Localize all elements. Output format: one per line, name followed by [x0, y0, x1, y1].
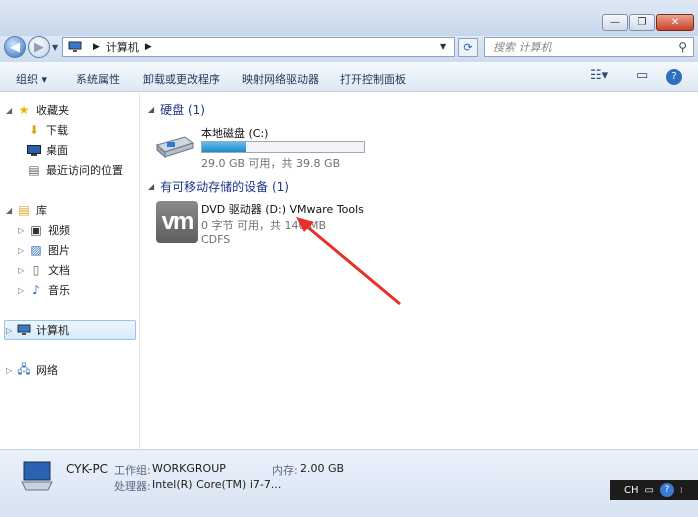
- drive-name: 本地磁盘 (C:): [201, 127, 269, 140]
- drive-usage-bar: [201, 141, 365, 153]
- nav-item-music[interactable]: ▷ ♪ 音乐: [18, 282, 70, 298]
- title-bar: — ❐ ✕: [0, 0, 698, 36]
- nav-item-pictures[interactable]: ▷ ▨ 图片: [18, 242, 70, 258]
- expand-icon[interactable]: ▷: [6, 366, 16, 375]
- language-bar[interactable]: CH ▭ ? ⁝: [610, 480, 698, 500]
- forward-button[interactable]: ▶: [28, 36, 50, 58]
- back-button[interactable]: ◀: [4, 36, 26, 58]
- maximize-button[interactable]: ❐: [629, 14, 655, 31]
- drive-filesystem: CDFS: [201, 233, 231, 246]
- address-dropdown-icon[interactable]: ▼: [440, 42, 446, 51]
- minimize-button[interactable]: —: [602, 14, 628, 31]
- network-icon: 🖧: [17, 361, 31, 376]
- nav-item-desktop[interactable]: 桌面: [26, 142, 68, 158]
- collapse-icon[interactable]: ◢: [6, 106, 16, 115]
- search-icon[interactable]: ⚲: [678, 40, 687, 54]
- processor-value: Intel(R) Core(TM) i7-7...: [152, 478, 282, 491]
- expand-icon[interactable]: ▷: [18, 226, 28, 235]
- vmware-icon: vm: [156, 201, 198, 243]
- downloads-icon: ⬇: [28, 123, 40, 137]
- options-icon[interactable]: ⁝: [680, 486, 683, 495]
- library-icon: ▤: [18, 203, 30, 217]
- address-bar[interactable]: ▶ 计算机 ▶: [62, 37, 455, 57]
- breadcrumb-separator-2[interactable]: ▶: [145, 42, 152, 52]
- breadcrumb-computer[interactable]: 计算机: [106, 39, 139, 55]
- breadcrumb-separator[interactable]: ▶: [93, 42, 100, 52]
- refresh-button[interactable]: ⟳: [458, 38, 478, 57]
- navigation-pane: ◢ ★ 收藏夹 ⬇ 下载 桌面 ▤ 最近访问的位置 ◢ ▤ 库 ▷ ▣ 视频 ▷…: [0, 92, 140, 449]
- nav-item-recent-places[interactable]: ▤ 最近访问的位置: [26, 162, 123, 178]
- nav-item-label: 文档: [48, 264, 70, 277]
- organize-button[interactable]: 组织 ▾: [16, 71, 47, 87]
- nav-network-label: 网络: [36, 364, 58, 377]
- command-bar: 组织 ▾ 系统属性 卸载或更改程序 映射网络驱动器 打开控制面板 ☷▾ ▭ ?: [0, 62, 698, 92]
- nav-libraries[interactable]: ◢ ▤ 库: [6, 202, 47, 218]
- expand-icon[interactable]: ▷: [18, 286, 28, 295]
- computer-icon: [67, 40, 83, 54]
- collapse-icon[interactable]: ◢: [148, 105, 154, 114]
- content-pane: ◢ 硬盘 (1) 本地磁盘 (C:) 29.0 GB 可用，共 39.8 GB …: [140, 92, 696, 449]
- red-arrow-annotation: [296, 217, 401, 306]
- memory-label: 内存:: [272, 464, 298, 477]
- nav-item-label: 最近访问的位置: [46, 164, 123, 177]
- change-view-icon[interactable]: ☷▾: [590, 68, 608, 83]
- computer-icon: [21, 461, 53, 491]
- keyboard-icon[interactable]: ▭: [645, 485, 654, 496]
- expand-icon[interactable]: ▷: [6, 326, 16, 335]
- video-icon: ▣: [30, 223, 42, 237]
- uninstall-programs-button[interactable]: 卸载或更改程序: [143, 71, 220, 87]
- nav-network[interactable]: ▷ 🖧 网络: [6, 362, 58, 378]
- music-icon: ♪: [32, 283, 40, 297]
- workgroup-label: 工作组:: [114, 464, 151, 477]
- pictures-icon: ▨: [30, 243, 42, 257]
- workgroup-value: WORKGROUP: [152, 462, 226, 475]
- collapse-icon[interactable]: ◢: [6, 206, 16, 215]
- nav-favorites-label: 收藏夹: [36, 104, 69, 117]
- nav-item-label: 音乐: [48, 284, 70, 297]
- preview-pane-icon[interactable]: ▭: [636, 68, 648, 83]
- group-header-label: 有可移动存储的设备 (1): [160, 180, 289, 194]
- processor-label: 处理器:: [114, 480, 151, 493]
- collapse-icon[interactable]: ◢: [148, 182, 154, 191]
- drive-usage-fill: [202, 142, 246, 152]
- pc-name: CYK-PC: [66, 462, 109, 476]
- system-properties-button[interactable]: 系统属性: [76, 71, 120, 87]
- memory-value: 2.00 GB: [300, 462, 345, 475]
- desktop-icon: [26, 143, 42, 157]
- star-icon: ★: [18, 103, 30, 117]
- group-header-label: 硬盘 (1): [160, 103, 205, 117]
- group-header-removable[interactable]: ◢ 有可移动存储的设备 (1): [148, 178, 289, 195]
- help-icon[interactable]: ?: [666, 68, 682, 85]
- recent-places-icon: ▤: [28, 163, 40, 177]
- group-header-hard-disks[interactable]: ◢ 硬盘 (1): [148, 101, 205, 118]
- map-network-drive-button[interactable]: 映射网络驱动器: [242, 71, 319, 87]
- open-control-panel-button[interactable]: 打开控制面板: [340, 71, 406, 87]
- close-button[interactable]: ✕: [656, 14, 694, 31]
- nav-item-documents[interactable]: ▷ ▯ 文档: [18, 262, 70, 278]
- window-controls: — ❐ ✕: [602, 14, 694, 31]
- address-row: ◀ ▶ ▼ ▶ 计算机 ▶ ▼ ⟳ 搜索 计算机 ⚲: [0, 36, 698, 62]
- nav-favorites[interactable]: ◢ ★ 收藏夹: [6, 102, 69, 118]
- documents-icon: ▯: [32, 263, 40, 277]
- language-indicator[interactable]: CH: [624, 485, 639, 496]
- details-pane: CYK-PC 工作组: WORKGROUP 内存: 2.00 GB 处理器: I…: [0, 449, 698, 517]
- expand-icon[interactable]: ▷: [18, 246, 28, 255]
- help-icon[interactable]: ?: [659, 483, 674, 497]
- nav-computer[interactable]: ▷ 计算机: [6, 322, 69, 338]
- search-input[interactable]: 搜索 计算机 ⚲: [484, 37, 694, 57]
- nav-item-label: 视频: [48, 224, 70, 237]
- nav-item-label: 下载: [46, 124, 68, 137]
- expand-icon[interactable]: ▷: [18, 266, 28, 275]
- nav-item-label: 桌面: [46, 144, 68, 157]
- nav-computer-label: 计算机: [36, 324, 69, 337]
- recent-pages-icon[interactable]: ▼: [52, 43, 58, 52]
- nav-libraries-label: 库: [36, 204, 47, 217]
- nav-item-label: 图片: [48, 244, 70, 257]
- nav-item-videos[interactable]: ▷ ▣ 视频: [18, 222, 70, 238]
- drive-space: 29.0 GB 可用，共 39.8 GB: [201, 157, 341, 170]
- hard-drive-icon: [155, 136, 195, 159]
- nav-item-downloads[interactable]: ⬇ 下载: [26, 122, 68, 138]
- computer-icon: [16, 323, 32, 337]
